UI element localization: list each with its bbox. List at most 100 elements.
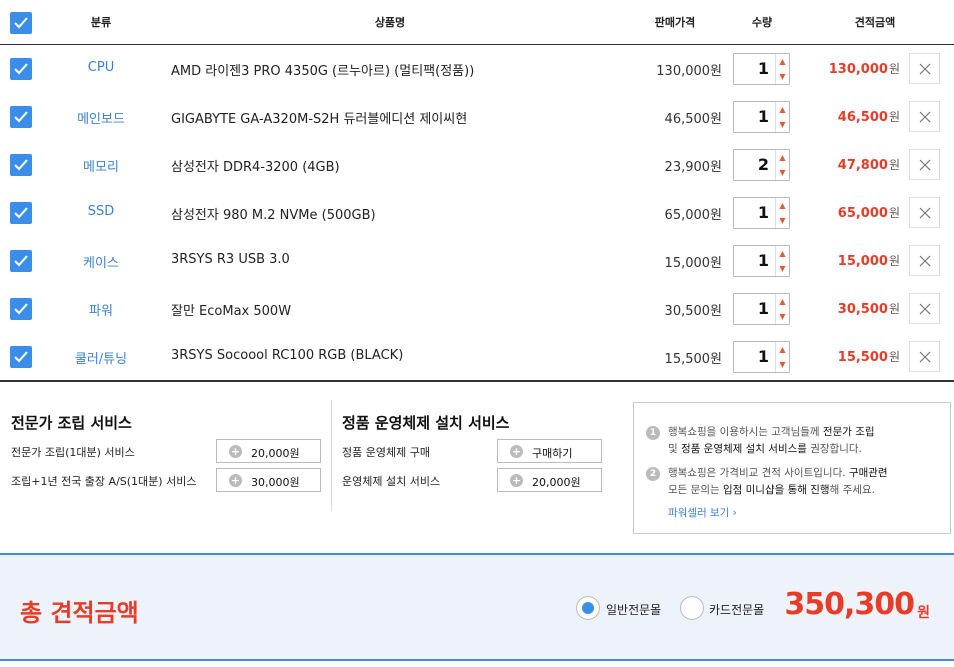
row-category[interactable]: 쿨러/튜닝 (58, 348, 144, 367)
quantity-value[interactable]: 1 (734, 347, 777, 366)
chevron-down-icon[interactable]: ▼ (776, 357, 789, 372)
row-checkbox[interactable] (10, 250, 32, 272)
chevron-down-icon[interactable]: ▼ (776, 261, 789, 276)
quantity-arrows[interactable]: ▲ ▼ (775, 246, 789, 276)
chevron-up-icon[interactable]: ▲ (776, 198, 789, 213)
row-total: 30,500원 (837, 302, 900, 317)
chevron-down-icon[interactable]: ▼ (776, 213, 789, 228)
quantity-value[interactable]: 1 (734, 59, 777, 78)
row-checkbox[interactable] (10, 106, 32, 128)
quantity-stepper[interactable]: 1 ▲ ▼ (733, 53, 790, 85)
check-icon (14, 111, 28, 123)
close-icon (919, 207, 931, 219)
row-product-name[interactable]: 3RSYS R3 USB 3.0 (171, 252, 290, 267)
quantity-value[interactable]: 1 (734, 299, 777, 318)
row-checkbox[interactable] (10, 346, 32, 368)
row-checkbox[interactable] (10, 202, 32, 224)
table-row: 메인보드 GIGABYTE GA-A320M-S2H 듀러블에디션 제이씨현 46,… (0, 93, 954, 141)
chevron-down-icon[interactable]: ▼ (776, 165, 789, 180)
chevron-up-icon[interactable]: ▲ (776, 102, 789, 117)
row-category[interactable]: SSD (58, 204, 144, 219)
header-price: 판매가격 (654, 16, 696, 29)
remove-row-button[interactable] (909, 149, 940, 180)
row-checkbox[interactable] (10, 58, 32, 80)
remove-row-button[interactable] (909, 293, 940, 324)
total-summary: 총 견적금액 일반전문몰 카드전문몰 350,300 원 (0, 553, 954, 661)
quantity-stepper[interactable]: 1 ▲ ▼ (733, 293, 790, 325)
row-product-name[interactable]: 잘만 EcoMax 500W (171, 300, 291, 319)
quantity-arrows[interactable]: ▲ ▼ (775, 198, 789, 228)
quantity-value[interactable]: 1 (734, 251, 777, 270)
select-all-checkbox[interactable] (10, 12, 32, 34)
row-product-name[interactable]: GIGABYTE GA-A320M-S2H 듀러블에디션 제이씨현 (171, 108, 467, 127)
chevron-down-icon[interactable]: ▼ (776, 69, 789, 84)
notice-number-1: 1 (646, 426, 660, 440)
quantity-stepper[interactable]: 1 ▲ ▼ (733, 101, 790, 133)
os-purchase-button[interactable]: + 구매하기 (497, 439, 602, 463)
chevron-down-icon[interactable]: ▼ (776, 117, 789, 132)
row-price: 46,500원 (664, 112, 722, 127)
row-product-name[interactable]: 3RSYS Socoool RC100 RGB (BLACK) (171, 348, 403, 363)
card-shop-radio[interactable] (680, 596, 704, 620)
row-checkbox[interactable] (10, 154, 32, 176)
service-separator (331, 400, 332, 511)
header-product: 상품명 (374, 16, 406, 29)
row-category[interactable]: 메인보드 (58, 108, 144, 127)
row-product-name[interactable]: 삼성전자 DDR4-3200 (4GB) (171, 156, 340, 175)
remove-row-button[interactable] (909, 341, 940, 372)
chevron-up-icon[interactable]: ▲ (776, 150, 789, 165)
check-icon (14, 303, 28, 315)
check-icon (14, 63, 28, 75)
notice-box: 1 행복쇼핑을 이용하시는 고객님들께 전문가 조립 및 정품 운영체제 설치 … (633, 402, 951, 534)
quantity-stepper[interactable]: 1 ▲ ▼ (733, 341, 790, 373)
power-seller-link[interactable]: 파워셀러 보기 › (668, 505, 737, 520)
quantity-arrows[interactable]: ▲ ▼ (775, 150, 789, 180)
quantity-arrows[interactable]: ▲ ▼ (775, 294, 789, 324)
quantity-stepper[interactable]: 1 ▲ ▼ (733, 245, 790, 277)
plus-icon: + (510, 445, 523, 458)
os-purchase-label: 정품 운영체제 구매 (342, 446, 430, 459)
quantity-arrows[interactable]: ▲ ▼ (775, 54, 789, 84)
plus-icon: + (510, 474, 523, 487)
chevron-down-icon[interactable]: ▼ (776, 309, 789, 324)
row-category[interactable]: 메모리 (58, 156, 144, 175)
row-product-name[interactable]: AMD 라이젠3 PRO 4350G (르누아르) (멀티팩(정품)) (171, 60, 474, 79)
quantity-arrows[interactable]: ▲ ▼ (775, 102, 789, 132)
row-checkbox[interactable] (10, 298, 32, 320)
row-category[interactable]: 파워 (58, 300, 144, 319)
remove-row-button[interactable] (909, 245, 940, 276)
quantity-arrows[interactable]: ▲ ▼ (775, 342, 789, 372)
assembly-as-service-button[interactable]: + 30,000원 (216, 468, 321, 492)
general-shop-radio[interactable] (576, 596, 600, 620)
chevron-up-icon[interactable]: ▲ (776, 342, 789, 357)
chevron-up-icon[interactable]: ▲ (776, 294, 789, 309)
quantity-value[interactable]: 1 (734, 203, 777, 222)
check-icon (14, 17, 28, 29)
table-row: 쿨러/튜닝 3RSYS Socoool RC100 RGB (BLACK) 15,5… (0, 333, 954, 381)
card-shop-label: 카드전문몰 (709, 603, 765, 617)
remove-row-button[interactable] (909, 101, 940, 132)
quantity-value[interactable]: 1 (734, 107, 777, 126)
chevron-up-icon[interactable]: ▲ (776, 54, 789, 69)
row-product-name[interactable]: 삼성전자 980 M.2 NVMe (500GB) (171, 204, 376, 223)
chevron-up-icon[interactable]: ▲ (776, 246, 789, 261)
assembly-as-service-label: 조립+1년 전국 출장 A/S(1대분) 서비스 (11, 475, 197, 488)
remove-row-button[interactable] (909, 53, 940, 84)
quantity-stepper[interactable]: 1 ▲ ▼ (733, 197, 790, 229)
row-category[interactable]: 케이스 (58, 252, 144, 271)
total-amount: 350,300 (784, 587, 915, 622)
os-install-button[interactable]: + 20,000원 (497, 468, 602, 492)
assembly-service-button[interactable]: + 20,000원 (216, 439, 321, 463)
row-price: 130,000원 (656, 64, 722, 79)
row-price: 15,000원 (664, 256, 722, 271)
notice-text-2: 행복쇼핑은 가격비교 견적 사이트입니다. 구매관련 모든 문의는 입점 미니샵… (668, 467, 888, 496)
header-category: 분류 (90, 16, 112, 29)
quantity-stepper[interactable]: 2 ▲ ▼ (733, 149, 790, 181)
plus-icon: + (229, 445, 242, 458)
close-icon (919, 351, 931, 363)
quantity-value[interactable]: 2 (734, 155, 777, 174)
table-row: 파워 잘만 EcoMax 500W 30,500원 1 ▲ ▼ 30,500원 (0, 285, 954, 333)
row-total: 15,500원 (837, 350, 900, 365)
remove-row-button[interactable] (909, 197, 940, 228)
row-category[interactable]: CPU (58, 60, 144, 75)
